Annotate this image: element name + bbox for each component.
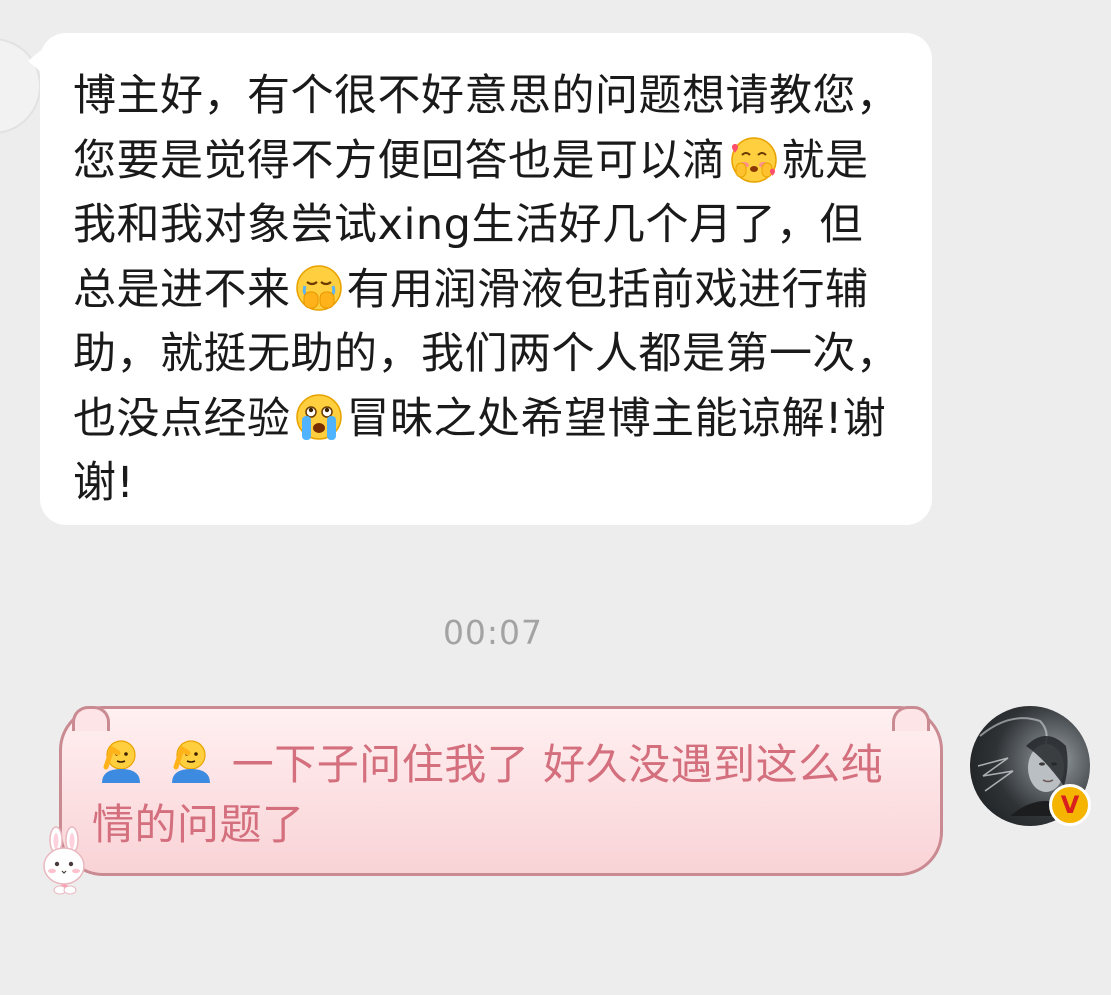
incoming-message-text: 博主好，有个很不好意思的问题想请教您，您要是觉得不方便回答也是可以滴 就是我和我… <box>73 64 900 516</box>
chat-area[interactable]: 博主好，有个很不好意思的问题想请教您，您要是觉得不方便回答也是可以滴 就是我和我… <box>0 0 1111 995</box>
outgoing-message-text: 一下子问住我了 好久没遇到这么纯情的问题了 <box>92 735 918 855</box>
message-timestamp: 00:07 <box>442 613 544 652</box>
bunny-sticker-icon <box>36 826 94 896</box>
incoming-message-bubble[interactable]: 博主好，有个很不好意思的问题想请教您，您要是觉得不方便回答也是可以滴 就是我和我… <box>40 33 932 525</box>
crying-emoji-icon <box>293 391 345 443</box>
shy-blush-emoji-icon <box>728 133 780 185</box>
outgoing-message-bubble[interactable]: 一下子问住我了 好久没遇到这么纯情的问题了 <box>59 706 943 876</box>
salute-emoji-icon <box>164 737 216 789</box>
salute-emoji-icon <box>94 737 146 789</box>
hands-over-face-emoji-icon <box>293 262 345 314</box>
verified-badge-icon: V <box>1049 784 1091 826</box>
